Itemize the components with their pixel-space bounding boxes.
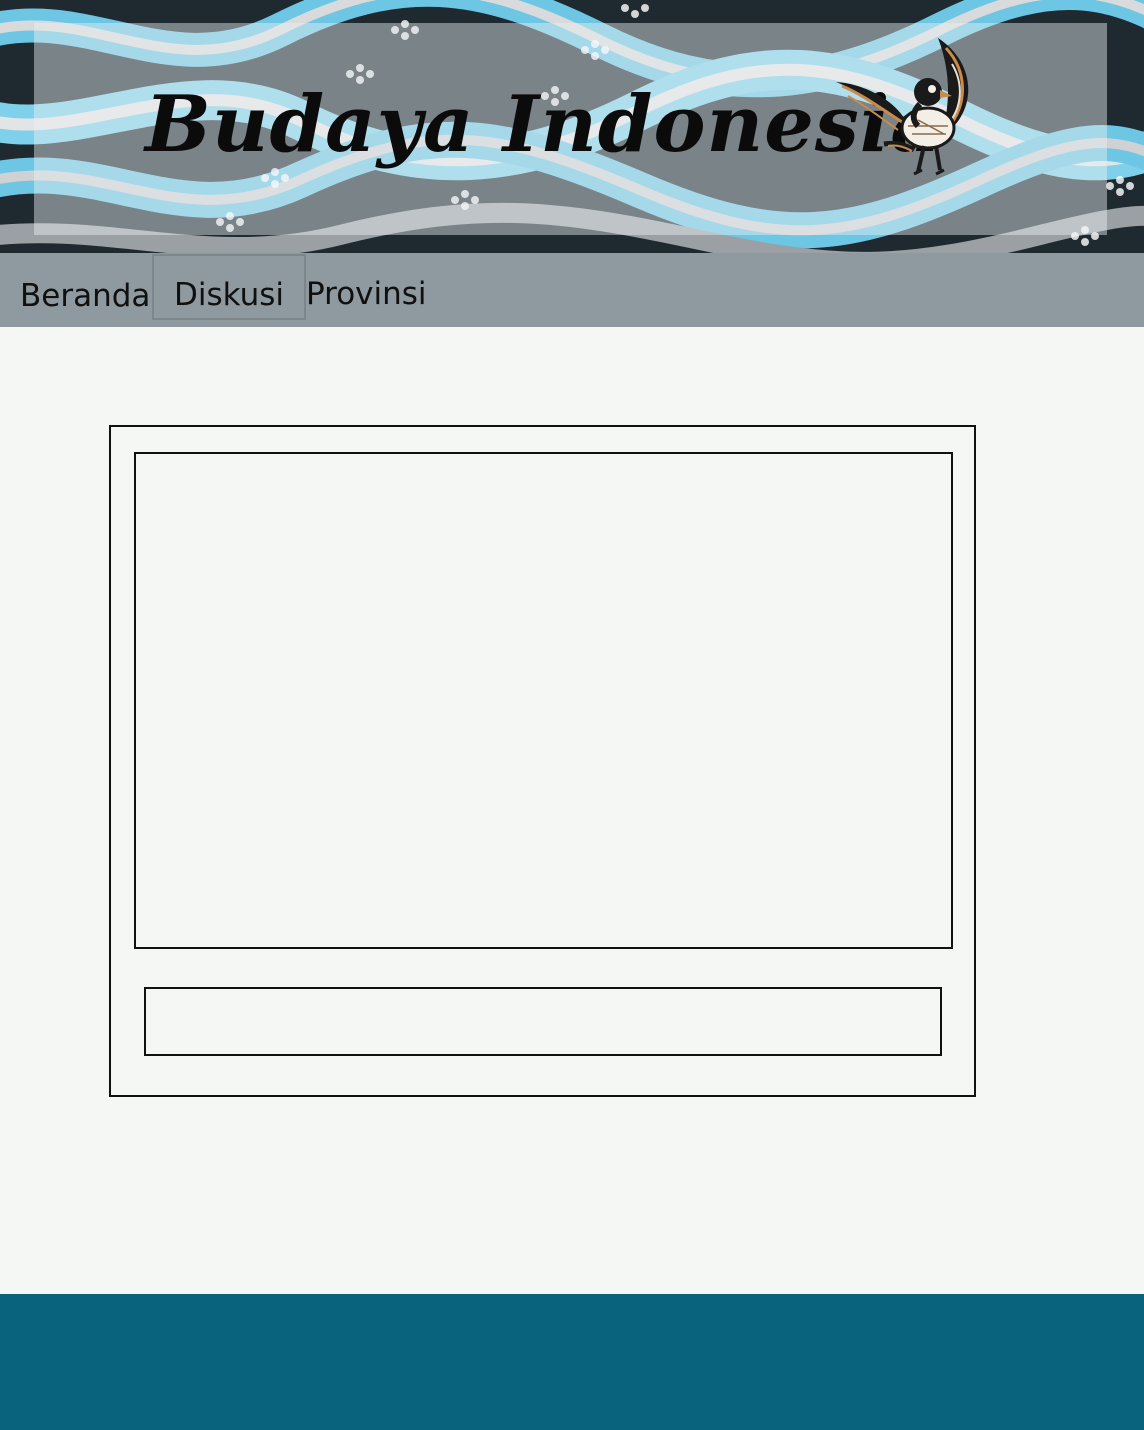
nav-item-beranda[interactable]: Beranda	[20, 263, 150, 329]
footer	[0, 1294, 1144, 1430]
nav-item-label: Provinsi	[306, 276, 427, 312]
discussion-input-field[interactable]	[144, 987, 942, 1056]
nav-item-diskusi[interactable]: Diskusi	[152, 254, 306, 320]
header-banner: Budaya Indonesia	[0, 0, 1144, 253]
discussion-message-area[interactable]	[134, 452, 953, 949]
main-nav: Beranda Diskusi Provinsi	[0, 253, 1144, 327]
page: Budaya Indonesia Beranda Diskusi Provins…	[0, 0, 1144, 1430]
garuda-bird-icon	[836, 38, 969, 176]
discussion-form	[109, 425, 976, 1097]
main-content	[0, 327, 1144, 1294]
nav-item-label: Diskusi	[174, 277, 285, 313]
nav-item-provinsi[interactable]: Provinsi	[306, 261, 427, 327]
site-title: Budaya Indonesia	[145, 79, 942, 170]
nav-item-label: Beranda	[20, 278, 151, 314]
